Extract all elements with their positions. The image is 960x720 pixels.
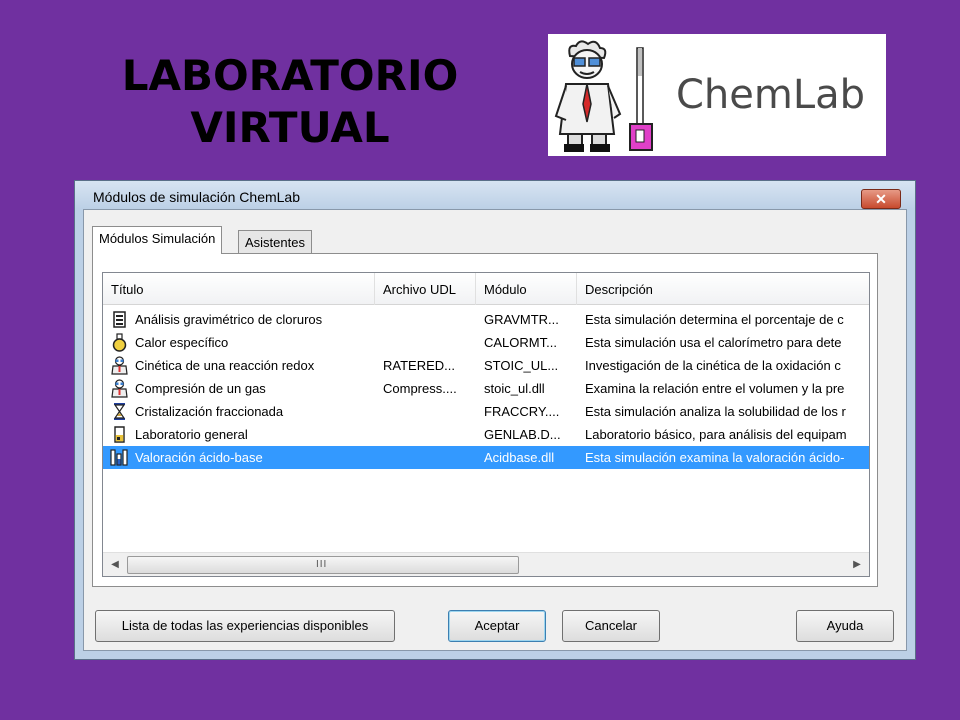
flask-icon	[112, 333, 127, 352]
table-row[interactable]: Análisis gravimétrico de cloruros GRAVMT…	[103, 308, 869, 331]
cell-udl	[383, 308, 476, 331]
cell-title: Análisis gravimétrico de cloruros	[135, 312, 323, 327]
cell-title: Cinética de una reacción redox	[135, 358, 315, 373]
close-button[interactable]: ✕	[861, 189, 901, 209]
column-header-titulo[interactable]: Título	[103, 273, 375, 305]
tab-asistentes[interactable]: Asistentes	[238, 230, 312, 254]
cell-title: Compresión de un gas	[135, 381, 266, 396]
help-button[interactable]: Ayuda	[796, 610, 894, 642]
cell-udl: RATERED...	[383, 358, 455, 373]
cell-module: CALORMT...	[484, 335, 557, 350]
window-title: Módulos de simulación ChemLab	[93, 189, 300, 205]
tab-label: Asistentes	[245, 235, 305, 250]
column-header-archivo-udl[interactable]: Archivo UDL	[375, 273, 476, 305]
cell-description: Esta simulación examina la valoración ác…	[585, 450, 845, 465]
scientist-icon	[111, 379, 128, 398]
table-row[interactable]: Cristalización fraccionada FRACCRY.... E…	[103, 400, 869, 423]
table-row[interactable]: Cinética de una reacción redox RATERED..…	[103, 354, 869, 377]
cell-title: Valoración ácido-base	[135, 450, 263, 465]
cancel-button[interactable]: Cancelar	[562, 610, 660, 642]
cell-udl	[383, 446, 476, 469]
scientist-logo-icon	[554, 40, 653, 152]
slide-title-line-2: VIRTUAL	[190, 103, 390, 152]
table-row[interactable]: Laboratorio general GENLAB.D... Laborato…	[103, 423, 869, 446]
table-row[interactable]: Calor específico CALORMT... Esta simulac…	[103, 331, 869, 354]
table-row[interactable]: Compresión de un gas Compress.... stoic_…	[103, 377, 869, 400]
simulation-modules-list[interactable]: Título Archivo UDL Módulo Descripción An…	[102, 272, 870, 577]
cell-udl	[383, 400, 476, 423]
slide-title-line-1: LABORATORIO	[121, 51, 459, 100]
cell-description: Investigación de la cinética de la oxida…	[585, 358, 841, 373]
cell-title: Calor específico	[135, 335, 229, 350]
tab-modulos-simulacion[interactable]: Módulos Simulación	[92, 226, 223, 254]
grip-icon: III	[316, 559, 328, 570]
beaker-icon	[114, 426, 125, 443]
cell-description: Esta simulación determina el porcentaje …	[585, 312, 844, 327]
titration-icon	[110, 449, 128, 466]
logo-text: ChemLab	[676, 72, 866, 118]
cell-description: Examina la relación entre el volumen y l…	[585, 381, 845, 396]
list-header: Título Archivo UDL Módulo Descripción	[103, 273, 869, 305]
scroll-left-arrow-icon[interactable]: ◀	[103, 553, 127, 576]
horizontal-scrollbar[interactable]: ◀ III ▶	[103, 552, 869, 576]
table-row-selected[interactable]: Valoración ácido-base Acidbase.dll Esta …	[103, 446, 869, 469]
cell-module: GENLAB.D...	[484, 427, 561, 442]
cell-module: FRACCRY....	[484, 404, 560, 419]
cell-module: Acidbase.dll	[484, 450, 555, 465]
close-icon: ✕	[875, 191, 887, 207]
slide-title: LABORATORIO VIRTUAL	[100, 50, 480, 154]
chemlab-logo: ChemLab	[548, 34, 886, 156]
cell-udl	[383, 423, 476, 446]
list-all-experiences-button[interactable]: Lista de todas las experiencias disponib…	[95, 610, 395, 642]
cell-udl	[383, 331, 476, 354]
cell-module: STOIC_UL...	[484, 358, 559, 373]
column-header-modulo[interactable]: Módulo	[476, 273, 577, 305]
title-bar[interactable]: Módulos de simulación ChemLab ✕	[75, 181, 915, 209]
cell-description: Esta simulación usa el calorímetro para …	[585, 335, 842, 350]
column-header-descripcion[interactable]: Descripción	[577, 273, 869, 305]
beaker-icon	[113, 311, 126, 328]
cell-description: Esta simulación analiza la solubilidad d…	[585, 404, 846, 419]
cell-udl: Compress....	[383, 381, 457, 396]
scroll-right-arrow-icon[interactable]: ▶	[845, 553, 869, 576]
cell-title: Laboratorio general	[135, 427, 248, 442]
scroll-thumb[interactable]: III	[127, 556, 519, 574]
scientist-icon	[111, 356, 128, 375]
hourglass-icon	[113, 403, 126, 420]
cell-module: GRAVMTR...	[484, 312, 559, 327]
accept-button[interactable]: Aceptar	[448, 610, 546, 642]
cell-description: Laboratorio básico, para análisis del eq…	[585, 427, 847, 442]
cell-title: Cristalización fraccionada	[135, 404, 284, 419]
cell-module: stoic_ul.dll	[484, 381, 545, 396]
tab-label: Módulos Simulación	[99, 231, 216, 246]
